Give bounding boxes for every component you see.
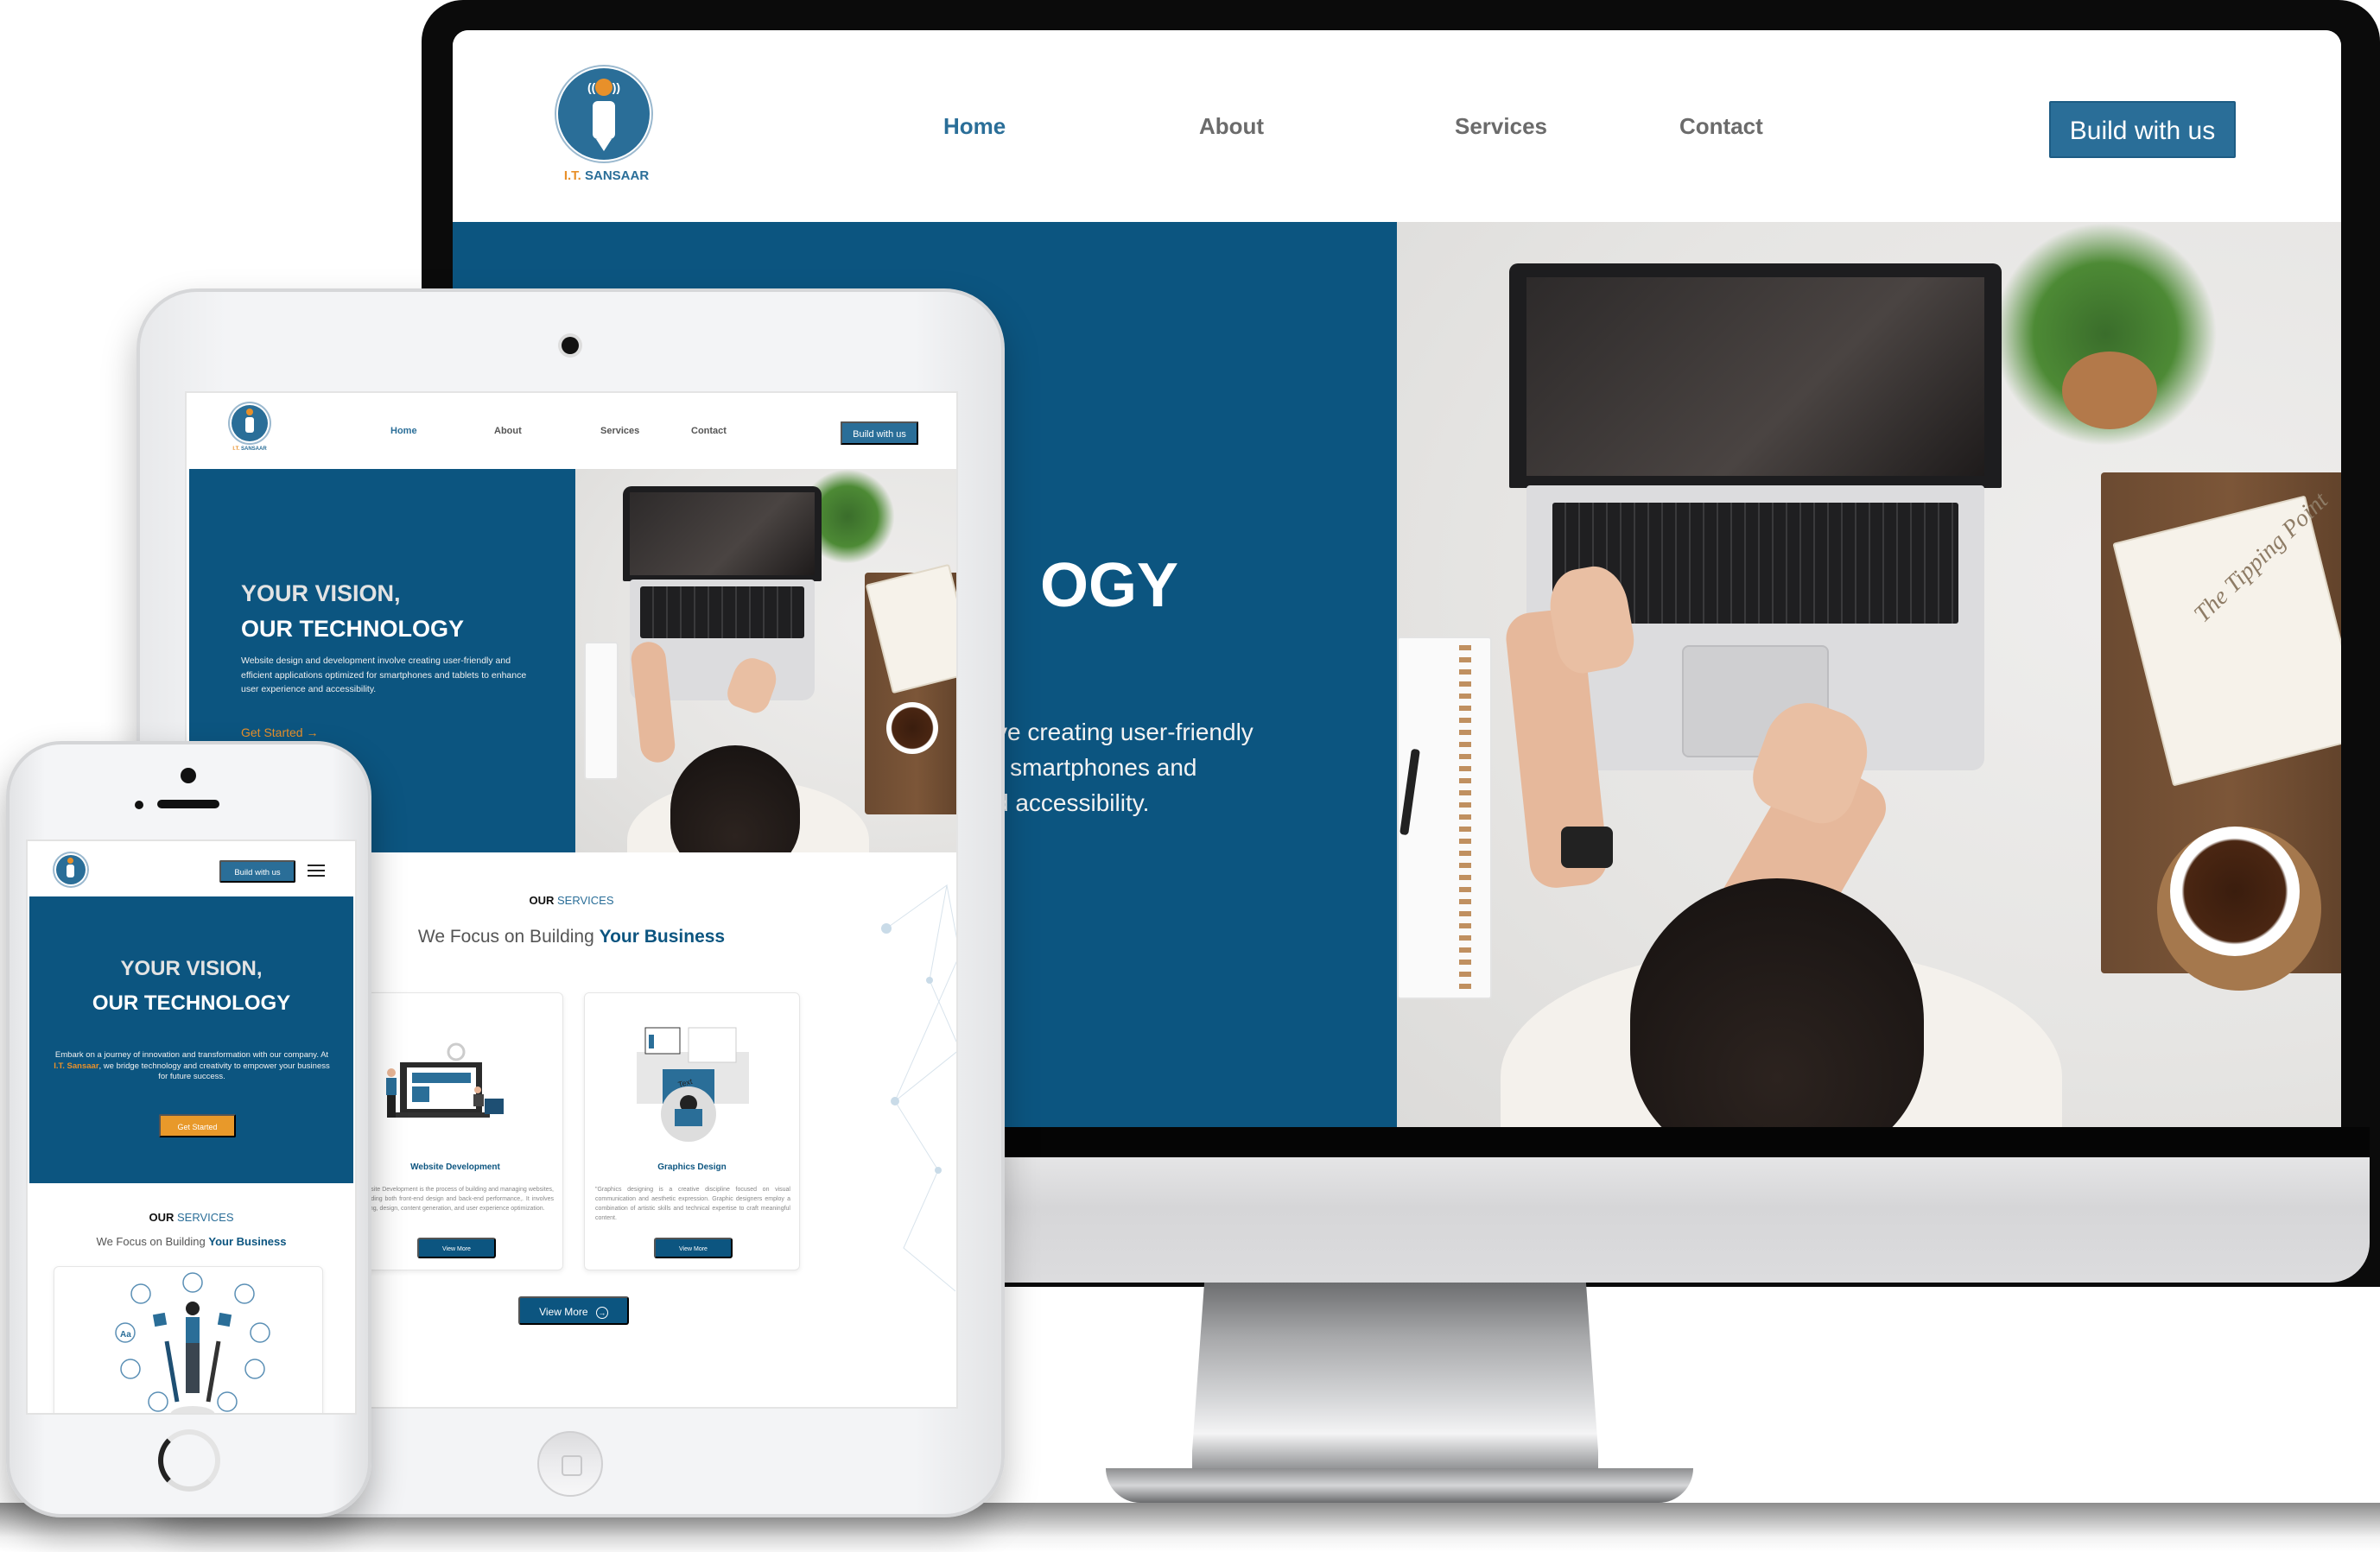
graphics-design-illustration: Text [637,1027,749,1142]
phone-home-button[interactable] [158,1429,220,1492]
tablet-brand-logo[interactable]: I.T. SANSAAR [228,405,271,466]
phone-services-label: OUR SERVICES [149,1211,234,1224]
phone-sensor [135,801,143,809]
phone-speaker [157,800,219,808]
brand-logo[interactable]: (( )) I.T. SANSAAR [555,68,658,189]
service-card-graphics-design: Text Graphics Design "Graphics designing… [584,992,800,1270]
monitor-stand [1192,1283,1598,1481]
tablet-home-button[interactable] [537,1431,603,1497]
phone-screen: Build with us YOUR VISION, OUR TECHNOLOG… [26,839,357,1415]
tablet-nav-home[interactable]: Home [390,426,417,436]
tablet-get-started-link[interactable]: Get Started → [241,725,318,739]
network-pattern-decoration [881,884,956,1292]
monitor-stand-foot [1106,1468,1693,1503]
hero-photo-workspace: The Tipping Point [1397,222,2341,1127]
logo-circle-icon [232,405,268,441]
tablet-hero-title: YOUR VISION, OUR TECHNOLOGY [241,580,465,642]
tablet-build-with-us-button[interactable]: Build with us [841,421,918,445]
phone-hero-description: Embark on a journey of innovation and tr… [54,1050,330,1081]
gear-icon [67,858,73,864]
tablet-hero-description: Website design and development involve c… [241,656,527,694]
build-with-us-button[interactable]: Build with us [2049,101,2236,158]
desktop-header: (( )) I.T. SANSAAR Home About Services C… [453,30,2341,222]
phone-services-title: We Focus on Building Your Business [96,1235,287,1248]
phone-service-card-ui-ux: Aa [54,1266,323,1413]
nav-services[interactable]: Services [1455,113,1547,140]
brand-wordmark: I.T. SANSAAR [232,447,267,452]
hamburger-menu-icon[interactable] [308,865,325,878]
nav-about[interactable]: About [1199,113,1264,140]
phone-build-with-us-button[interactable]: Build with us [219,860,295,883]
get-started-button[interactable]: Get Started [159,1114,236,1137]
gear-icon [246,409,253,415]
phone-brand-logo[interactable] [56,855,86,884]
website-development-illustration [386,1042,504,1118]
phone-hero-panel: YOUR VISION, OUR TECHNOLOGY Embark on a … [29,896,353,1183]
brand-wordmark: I.T. SANSAAR [563,168,650,183]
view-more-button[interactable]: View More [654,1238,733,1258]
service-card-website-development: Website Development Website Development … [347,992,563,1270]
tablet-nav-services[interactable]: Services [600,426,639,436]
phone-hero-title: YOUR VISION, OUR TECHNOLOGY [92,957,291,1015]
tablet-header: I.T. SANSAAR Home About Services Contact… [187,393,956,469]
logo-circle-icon: (( )) [558,68,650,160]
tablet-nav-about[interactable]: About [494,426,522,436]
arrow-circle-right-icon: → [595,1307,608,1319]
services-view-more-button[interactable]: View More → [518,1296,629,1325]
gear-icon [595,79,612,96]
tablet-nav-contact[interactable]: Contact [691,426,727,436]
pen-nib-icon [596,139,612,151]
phone-header: Build with us [28,841,355,895]
nav-contact[interactable]: Contact [1679,113,1763,140]
view-more-button[interactable]: View More [417,1238,496,1258]
phone-camera-icon [181,768,196,783]
ui-ux-illustration: Aa [115,1272,270,1413]
svg-text:Aa: Aa [120,1330,131,1340]
hero-description: ve creating user-friendly r smartphones … [995,719,1253,816]
tablet-camera-icon [562,337,579,354]
nav-home[interactable]: Home [943,113,1006,140]
tablet-hero-photo [575,469,956,852]
